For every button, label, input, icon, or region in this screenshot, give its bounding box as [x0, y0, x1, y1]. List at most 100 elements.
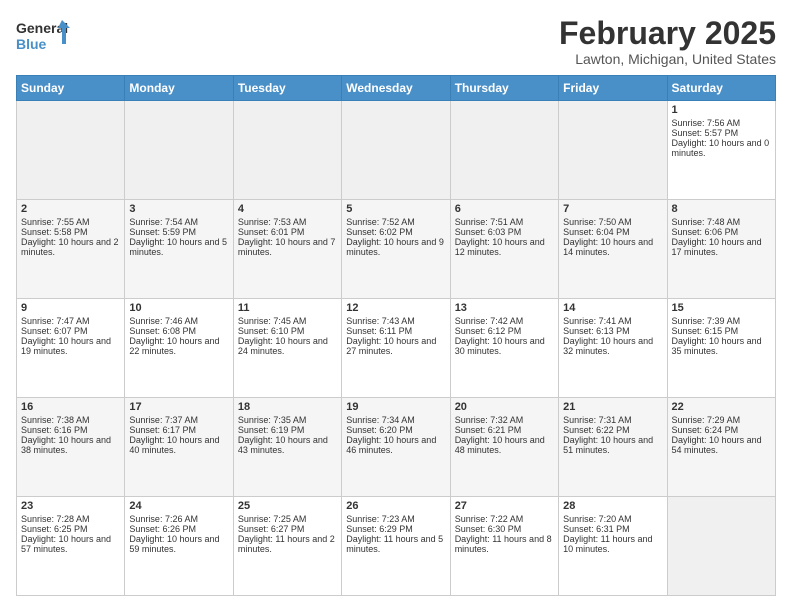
cell-content: Sunset: 5:58 PM [21, 227, 120, 237]
cell-content: Daylight: 10 hours and 35 minutes. [672, 336, 771, 356]
cell-content: Sunrise: 7:46 AM [129, 316, 228, 326]
day-number: 23 [21, 500, 120, 512]
cell-content: Sunrise: 7:31 AM [563, 415, 662, 425]
cell-content: Sunrise: 7:50 AM [563, 217, 662, 227]
cell-content: Sunset: 6:02 PM [346, 227, 445, 237]
calendar: Sunday Monday Tuesday Wednesday Thursday… [16, 75, 776, 596]
svg-text:Blue: Blue [16, 36, 47, 52]
cell-content: Sunset: 6:26 PM [129, 524, 228, 534]
cell-content: Sunrise: 7:34 AM [346, 415, 445, 425]
cell-content: Daylight: 10 hours and 17 minutes. [672, 237, 771, 257]
calendar-cell [559, 101, 667, 200]
calendar-cell: 28Sunrise: 7:20 AMSunset: 6:31 PMDayligh… [559, 497, 667, 596]
cell-content: Daylight: 10 hours and 14 minutes. [563, 237, 662, 257]
col-friday: Friday [559, 76, 667, 101]
day-number: 6 [455, 203, 554, 215]
day-number: 20 [455, 401, 554, 413]
calendar-cell [233, 101, 341, 200]
cell-content: Sunrise: 7:37 AM [129, 415, 228, 425]
logo-svg: GeneralBlue [16, 16, 71, 56]
day-number: 15 [672, 302, 771, 314]
calendar-cell: 5Sunrise: 7:52 AMSunset: 6:02 PMDaylight… [342, 200, 450, 299]
cell-content: Sunset: 6:31 PM [563, 524, 662, 534]
calendar-cell: 12Sunrise: 7:43 AMSunset: 6:11 PMDayligh… [342, 299, 450, 398]
cell-content: Sunset: 6:20 PM [346, 425, 445, 435]
cell-content: Daylight: 11 hours and 10 minutes. [563, 534, 662, 554]
calendar-cell: 25Sunrise: 7:25 AMSunset: 6:27 PMDayligh… [233, 497, 341, 596]
cell-content: Daylight: 10 hours and 48 minutes. [455, 435, 554, 455]
cell-content: Sunset: 6:11 PM [346, 326, 445, 336]
day-number: 27 [455, 500, 554, 512]
cell-content: Sunset: 6:04 PM [563, 227, 662, 237]
cell-content: Sunrise: 7:55 AM [21, 217, 120, 227]
cell-content: Sunrise: 7:26 AM [129, 514, 228, 524]
logo: GeneralBlue [16, 16, 71, 56]
cell-content: Daylight: 10 hours and 54 minutes. [672, 435, 771, 455]
cell-content: Daylight: 10 hours and 30 minutes. [455, 336, 554, 356]
cell-content: Daylight: 10 hours and 46 minutes. [346, 435, 445, 455]
cell-content: Daylight: 11 hours and 2 minutes. [238, 534, 337, 554]
cell-content: Sunset: 6:10 PM [238, 326, 337, 336]
cell-content: Sunrise: 7:22 AM [455, 514, 554, 524]
col-saturday: Saturday [667, 76, 775, 101]
cell-content: Daylight: 10 hours and 38 minutes. [21, 435, 120, 455]
day-number: 9 [21, 302, 120, 314]
day-number: 7 [563, 203, 662, 215]
cell-content: Daylight: 10 hours and 27 minutes. [346, 336, 445, 356]
calendar-cell: 21Sunrise: 7:31 AMSunset: 6:22 PMDayligh… [559, 398, 667, 497]
day-number: 13 [455, 302, 554, 314]
calendar-cell: 9Sunrise: 7:47 AMSunset: 6:07 PMDaylight… [17, 299, 125, 398]
cell-content: Sunrise: 7:39 AM [672, 316, 771, 326]
week-row-0: 1Sunrise: 7:56 AMSunset: 5:57 PMDaylight… [17, 101, 776, 200]
col-monday: Monday [125, 76, 233, 101]
day-number: 5 [346, 203, 445, 215]
calendar-cell: 8Sunrise: 7:48 AMSunset: 6:06 PMDaylight… [667, 200, 775, 299]
calendar-cell: 17Sunrise: 7:37 AMSunset: 6:17 PMDayligh… [125, 398, 233, 497]
cell-content: Sunset: 6:24 PM [672, 425, 771, 435]
calendar-cell: 22Sunrise: 7:29 AMSunset: 6:24 PMDayligh… [667, 398, 775, 497]
cell-content: Sunset: 6:01 PM [238, 227, 337, 237]
cell-content: Sunset: 6:15 PM [672, 326, 771, 336]
day-number: 16 [21, 401, 120, 413]
cell-content: Daylight: 10 hours and 22 minutes. [129, 336, 228, 356]
cell-content: Sunset: 5:59 PM [129, 227, 228, 237]
day-number: 3 [129, 203, 228, 215]
cell-content: Sunset: 6:06 PM [672, 227, 771, 237]
day-number: 4 [238, 203, 337, 215]
calendar-cell: 4Sunrise: 7:53 AMSunset: 6:01 PMDaylight… [233, 200, 341, 299]
calendar-cell: 23Sunrise: 7:28 AMSunset: 6:25 PMDayligh… [17, 497, 125, 596]
week-row-3: 16Sunrise: 7:38 AMSunset: 6:16 PMDayligh… [17, 398, 776, 497]
cell-content: Sunset: 6:08 PM [129, 326, 228, 336]
cell-content: Daylight: 11 hours and 5 minutes. [346, 534, 445, 554]
cell-content: Daylight: 10 hours and 2 minutes. [21, 237, 120, 257]
cell-content: Sunset: 6:13 PM [563, 326, 662, 336]
calendar-cell: 13 Sunrise: 7:42 AMSunset: 6:12 PMDayligh… [450, 299, 558, 398]
col-sunday: Sunday [17, 76, 125, 101]
cell-content: Sunset: 6:30 PM [455, 524, 554, 534]
col-tuesday: Tuesday [233, 76, 341, 101]
week-row-4: 23Sunrise: 7:28 AMSunset: 6:25 PMDayligh… [17, 497, 776, 596]
week-row-1: 2Sunrise: 7:55 AMSunset: 5:58 PMDaylight… [17, 200, 776, 299]
cell-content: Sunset: 6:12 PM [455, 326, 554, 336]
cell-content: Sunrise: 7:25 AM [238, 514, 337, 524]
calendar-cell: 24Sunrise: 7:26 AMSunset: 6:26 PMDayligh… [125, 497, 233, 596]
calendar-cell: 14Sunrise: 7:41 AMSunset: 6:13 PMDayligh… [559, 299, 667, 398]
cell-content: Daylight: 10 hours and 5 minutes. [129, 237, 228, 257]
cell-content: Sunrise: 7:48 AM [672, 217, 771, 227]
cell-content: Sunset: 5:57 PM [672, 128, 771, 138]
calendar-cell: 2Sunrise: 7:55 AMSunset: 5:58 PMDaylight… [17, 200, 125, 299]
calendar-cell: 3 Sunrise: 7:54 AMSunset: 5:59 PMDaylight… [125, 200, 233, 299]
calendar-cell: 10Sunrise: 7:46 AMSunset: 6:08 PMDayligh… [125, 299, 233, 398]
cell-content: Sunrise: 7:32 AM [455, 415, 554, 425]
calendar-cell [667, 497, 775, 596]
cell-content: Sunrise: 7:54 AM [129, 217, 228, 227]
cell-content: Daylight: 10 hours and 32 minutes. [563, 336, 662, 356]
calendar-cell: 20Sunrise: 7:32 AMSunset: 6:21 PMDayligh… [450, 398, 558, 497]
cell-content: Sunset: 6:19 PM [238, 425, 337, 435]
cell-content: Sunrise: 7:42 AM [455, 316, 554, 326]
cell-content: Sunrise: 7:23 AM [346, 514, 445, 524]
cell-content: Sunrise: 7:28 AM [21, 514, 120, 524]
location: Lawton, Michigan, United States [559, 51, 776, 67]
cell-content: Sunrise: 7:38 AM [21, 415, 120, 425]
calendar-cell [342, 101, 450, 200]
